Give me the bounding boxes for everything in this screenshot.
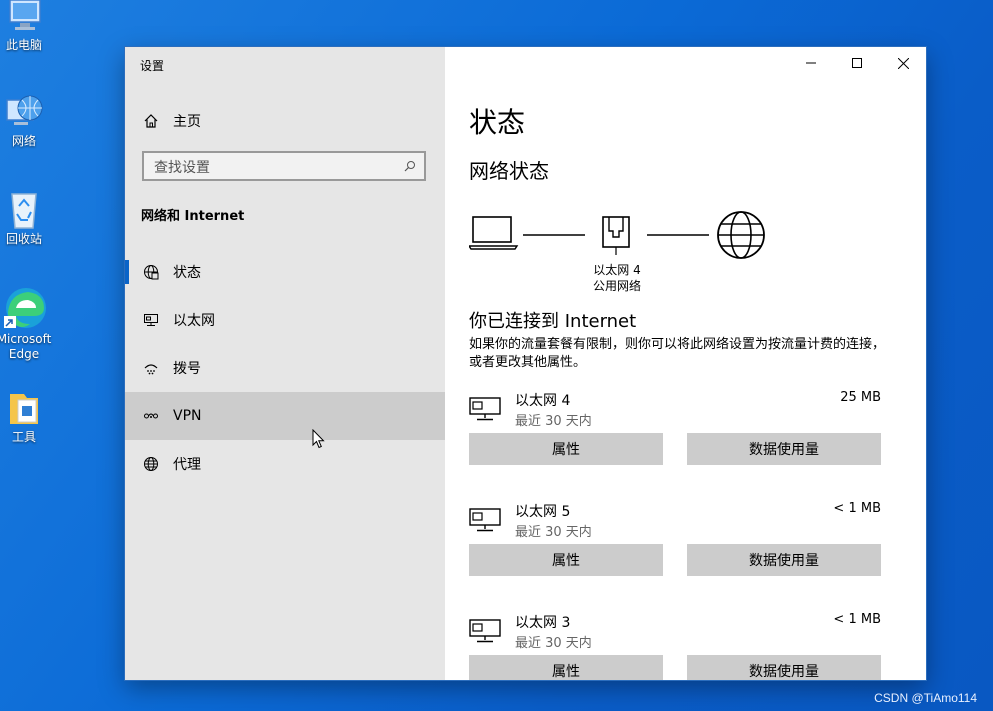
network-diagram: 以太网 4 公用网络 bbox=[469, 207, 769, 297]
settings-window: 设置 主页 查找设置 网络和 Internet 状态 以太网 拨号 VPN 代理… bbox=[125, 47, 926, 680]
network-entry: 以太网 3 最近 30 天内 < 1 MB 属性 数据使用量 bbox=[469, 612, 881, 680]
internet-globe-icon bbox=[717, 211, 765, 259]
network-period: 最近 30 天内 bbox=[515, 525, 592, 540]
sidebar-home-label: 主页 bbox=[173, 114, 201, 130]
network-name: 以太网 4 bbox=[515, 393, 571, 409]
desktop-icon-label: 此电脑 bbox=[5, 38, 42, 52]
dialup-icon bbox=[142, 359, 160, 377]
close-icon bbox=[897, 57, 909, 69]
main-panel: 状态 网络状态 以太网 4 公用网络 你已连接到 Internet 如果你的流量… bbox=[445, 47, 926, 680]
ethernet-icon bbox=[469, 397, 501, 421]
sidebar-item-label: 代理 bbox=[173, 457, 201, 473]
sidebar-item-label: VPN bbox=[173, 408, 202, 424]
desktop-icon-tools-folder[interactable]: 工具 bbox=[0, 388, 48, 445]
sidebar-item-dialup[interactable]: 拨号 bbox=[125, 344, 445, 392]
connection-description: 如果你的流量套餐有限制，则你可以将此网络设置为按流量计费的连接，或者更改其他属性… bbox=[469, 337, 886, 370]
mouse-cursor-icon bbox=[312, 429, 325, 449]
desktop-icon-label: Microsoft Edge bbox=[0, 332, 52, 361]
home-icon bbox=[142, 112, 160, 130]
watermark: CSDN @TiAmo114 bbox=[874, 691, 977, 705]
properties-button[interactable]: 属性 bbox=[469, 655, 663, 680]
search-icon bbox=[404, 160, 416, 176]
adapter-name-label: 以太网 4 bbox=[593, 263, 641, 277]
search-placeholder: 查找设置 bbox=[154, 160, 210, 176]
maximize-icon bbox=[852, 58, 862, 68]
network-name: 以太网 5 bbox=[515, 504, 571, 520]
network-usage: 25 MB bbox=[840, 390, 881, 405]
recycle-bin-icon bbox=[11, 193, 37, 229]
vpn-icon bbox=[142, 407, 160, 425]
computer-icon bbox=[9, 0, 41, 30]
minimize-button[interactable] bbox=[788, 47, 834, 79]
properties-button[interactable]: 属性 bbox=[469, 544, 663, 576]
network-entry: 以太网 5 最近 30 天内 < 1 MB 属性 数据使用量 bbox=[469, 501, 881, 601]
data-usage-button[interactable]: 数据使用量 bbox=[687, 433, 881, 465]
properties-button[interactable]: 属性 bbox=[469, 433, 663, 465]
edge-icon bbox=[4, 288, 46, 328]
sidebar-item-proxy[interactable]: 代理 bbox=[125, 440, 445, 488]
sidebar-item-status[interactable]: 状态 bbox=[125, 248, 445, 296]
sidebar-item-label: 状态 bbox=[173, 265, 201, 281]
network-type-label: 公用网络 bbox=[592, 279, 641, 293]
network-usage: < 1 MB bbox=[833, 612, 881, 627]
minimize-icon bbox=[806, 62, 816, 64]
desktop-icon-network[interactable]: 网络 bbox=[0, 92, 48, 149]
folder-icon bbox=[10, 394, 38, 424]
sidebar-item-ethernet[interactable]: 以太网 bbox=[125, 296, 445, 344]
network-entry: 以太网 4 最近 30 天内 25 MB 属性 数据使用量 bbox=[469, 390, 881, 490]
ethernet-adapter-icon bbox=[602, 216, 630, 255]
desktop-icon-label: 网络 bbox=[11, 134, 36, 148]
sidebar-item-label: 以太网 bbox=[173, 313, 215, 329]
section-title: 网络和 Internet bbox=[141, 209, 245, 224]
laptop-icon bbox=[469, 216, 519, 250]
network-period: 最近 30 天内 bbox=[515, 636, 592, 651]
selected-indicator bbox=[125, 260, 129, 284]
network-globe-icon bbox=[6, 95, 43, 125]
sidebar: 设置 主页 查找设置 网络和 Internet 状态 以太网 拨号 VPN 代理 bbox=[125, 47, 445, 680]
connection-status-heading: 你已连接到 Internet bbox=[469, 311, 637, 332]
desktop-icon-label: 回收站 bbox=[5, 232, 42, 246]
ethernet-icon bbox=[469, 508, 501, 532]
maximize-button[interactable] bbox=[834, 47, 880, 79]
data-usage-button[interactable]: 数据使用量 bbox=[687, 544, 881, 576]
ethernet-icon bbox=[469, 619, 501, 643]
network-usage: < 1 MB bbox=[833, 501, 881, 516]
network-status-heading: 网络状态 bbox=[469, 159, 549, 183]
network-period: 最近 30 天内 bbox=[515, 414, 592, 429]
sidebar-item-label: 拨号 bbox=[173, 361, 201, 377]
desktop-icon-this-pc[interactable]: 此电脑 bbox=[0, 0, 48, 53]
ethernet-icon bbox=[142, 311, 160, 329]
close-button[interactable] bbox=[880, 47, 926, 79]
desktop-icon-label: 工具 bbox=[11, 430, 36, 444]
sidebar-item-vpn[interactable]: VPN bbox=[125, 392, 445, 440]
search-input[interactable]: 查找设置 bbox=[142, 151, 426, 181]
proxy-globe-icon bbox=[142, 455, 160, 473]
status-globe-icon bbox=[142, 263, 160, 281]
network-name: 以太网 3 bbox=[515, 615, 571, 631]
sidebar-item-home[interactable]: 主页 bbox=[125, 97, 445, 145]
page-title: 状态 bbox=[469, 106, 526, 139]
data-usage-button[interactable]: 数据使用量 bbox=[687, 655, 881, 680]
desktop-icon-edge[interactable]: Microsoft Edge bbox=[0, 286, 54, 362]
window-title: 设置 bbox=[140, 59, 165, 73]
desktop-icon-recycle-bin[interactable]: 回收站 bbox=[0, 188, 48, 247]
